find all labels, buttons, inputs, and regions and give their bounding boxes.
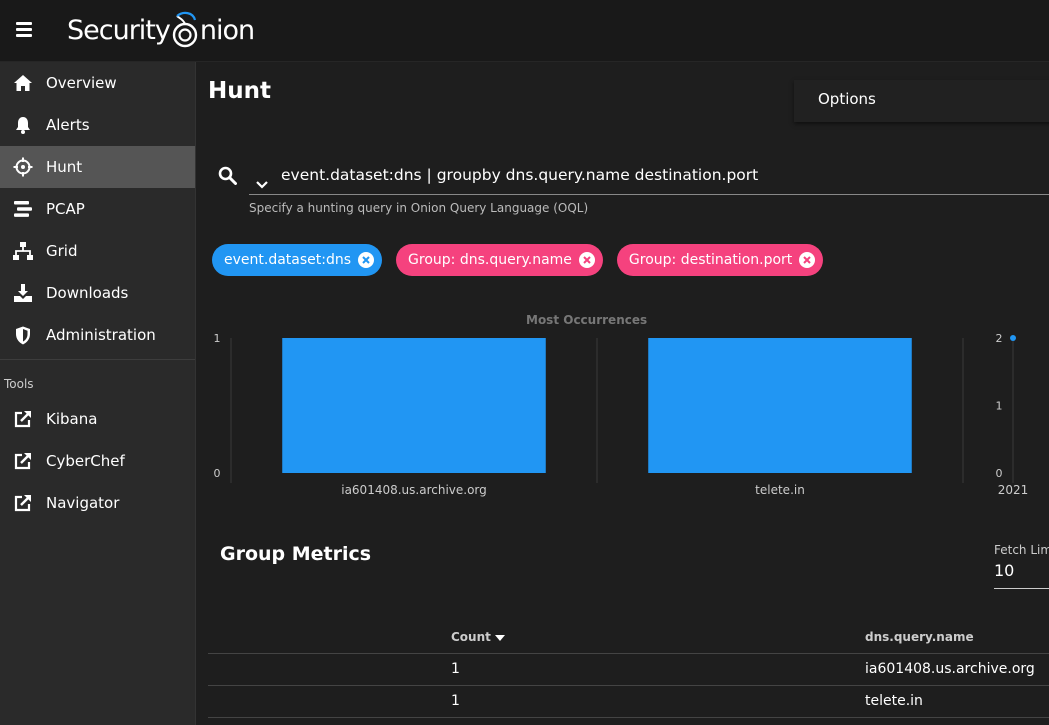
crosshairs-icon	[12, 156, 34, 178]
security-onion-logo[interactable]: Security nion	[67, 10, 255, 50]
sort-desc-icon	[494, 630, 505, 644]
chip-label: Group: dns.query.name	[408, 252, 572, 268]
download-icon	[12, 282, 34, 304]
bell-icon	[12, 114, 34, 136]
y-tick-label: 1	[214, 332, 221, 345]
options-panel-header[interactable]: Options	[794, 80, 1049, 122]
cell-count: 1	[451, 693, 460, 709]
onion-logo-icon	[172, 11, 198, 48]
sidebar-item-label: CyberChef	[46, 452, 125, 470]
sidebar-item-label: Grid	[46, 242, 78, 260]
bar	[648, 338, 912, 473]
filter-chip-group-port[interactable]: Group: destination.port	[616, 244, 824, 276]
cell-dns-query-name[interactable]: telete.in	[865, 693, 923, 709]
close-circle-icon[interactable]	[578, 252, 595, 268]
external-link-icon	[12, 408, 34, 430]
bar	[282, 338, 546, 473]
filter-chip-dataset[interactable]: event.dataset:dns	[212, 244, 383, 276]
hamburger-menu-icon[interactable]	[16, 22, 32, 38]
fetch-limit-input[interactable]: 10	[994, 561, 1049, 589]
table-header-row: Count dns.query.name	[208, 622, 1049, 654]
sidebar-item-pcap[interactable]: PCAP	[0, 188, 195, 230]
sidebar-item-label: PCAP	[46, 200, 85, 218]
x-tick-label: ia601408.us.archive.org	[341, 483, 487, 497]
search-icon[interactable]	[218, 166, 237, 189]
chevron-down-icon[interactable]	[256, 174, 268, 193]
timeline-point	[1010, 335, 1016, 341]
cell-dns-query-name[interactable]: ia601408.us.archive.org	[865, 661, 1035, 677]
sidebar-item-label: Hunt	[46, 158, 83, 176]
column-header-count[interactable]: Count	[451, 630, 505, 644]
timeline-y-tick-label: 2	[996, 332, 1003, 345]
sitemap-icon	[12, 240, 34, 262]
sidebar-item-label: Downloads	[46, 284, 129, 302]
table-row[interactable]: 1 ia601408.us.archive.org	[208, 654, 1049, 686]
external-link-icon	[12, 450, 34, 472]
main-content: Hunt Options event.dataset:dns | groupby…	[196, 62, 1049, 725]
x-tick-label: telete.in	[755, 483, 805, 497]
sidebar-item-label: Navigator	[46, 494, 120, 512]
timeline-y-tick-label: 1	[996, 400, 1003, 413]
sidebar-item-overview[interactable]: Overview	[0, 62, 195, 104]
filter-chip-group-dns[interactable]: Group: dns.query.name	[396, 244, 603, 276]
most-occurrences-chart: 0 1 ia601408.us.archive.org telete.in 0 1 2 202…	[214, 332, 1029, 497]
sidebar-item-cyberchef[interactable]: CyberChef	[0, 440, 195, 482]
table-row[interactable]: 1 telete.in	[208, 686, 1049, 718]
sidebar: Overview Alerts Hunt PCAP Grid Downloads	[0, 62, 196, 725]
sidebar-tools-header: Tools	[4, 377, 34, 391]
sidebar-item-alerts[interactable]: Alerts	[0, 104, 195, 146]
home-icon	[12, 72, 34, 94]
sidebar-item-grid[interactable]: Grid	[0, 230, 195, 272]
sidebar-item-kibana[interactable]: Kibana	[0, 398, 195, 440]
top-app-bar: Security nion	[0, 0, 1049, 62]
group-metrics-table: Count dns.query.name 1 ia601408.us.archi…	[208, 622, 1049, 718]
sidebar-item-downloads[interactable]: Downloads	[0, 272, 195, 314]
sidebar-item-navigator[interactable]: Navigator	[0, 482, 195, 524]
y-tick-label: 0	[214, 467, 221, 480]
chart-title: Most Occurrences	[526, 313, 648, 327]
sidebar-item-administration[interactable]: Administration	[0, 314, 195, 356]
cell-count: 1	[451, 661, 460, 677]
chip-label: event.dataset:dns	[224, 252, 352, 268]
close-circle-icon[interactable]	[799, 252, 816, 268]
filter-chips: event.dataset:dns Group: dns.query.name …	[212, 244, 824, 276]
stream-icon	[12, 198, 34, 220]
page-title: Hunt	[208, 78, 271, 104]
sidebar-item-label: Alerts	[46, 116, 90, 134]
chip-label: Group: destination.port	[628, 252, 793, 268]
column-header-dns-query-name[interactable]: dns.query.name	[865, 630, 974, 644]
query-hint: Specify a hunting query in Onion Query L…	[249, 201, 589, 215]
sidebar-item-label: Kibana	[46, 410, 98, 428]
shield-icon	[12, 324, 34, 346]
timeline-y-tick-label: 0	[996, 467, 1003, 480]
sidebar-item-label: Administration	[46, 326, 156, 344]
hunt-query-input[interactable]: event.dataset:dns | groupby dns.query.na…	[249, 160, 1049, 195]
group-metrics-title: Group Metrics	[220, 543, 372, 565]
fetch-limit-label: Fetch Limit	[994, 543, 1049, 557]
timeline-x-tick-label: 2021	[998, 483, 1029, 497]
column-header-label: Count	[451, 630, 491, 644]
sidebar-item-label: Overview	[46, 74, 117, 92]
sidebar-item-hunt[interactable]: Hunt	[0, 146, 195, 188]
close-circle-icon[interactable]	[358, 252, 375, 268]
external-link-icon	[12, 492, 34, 514]
